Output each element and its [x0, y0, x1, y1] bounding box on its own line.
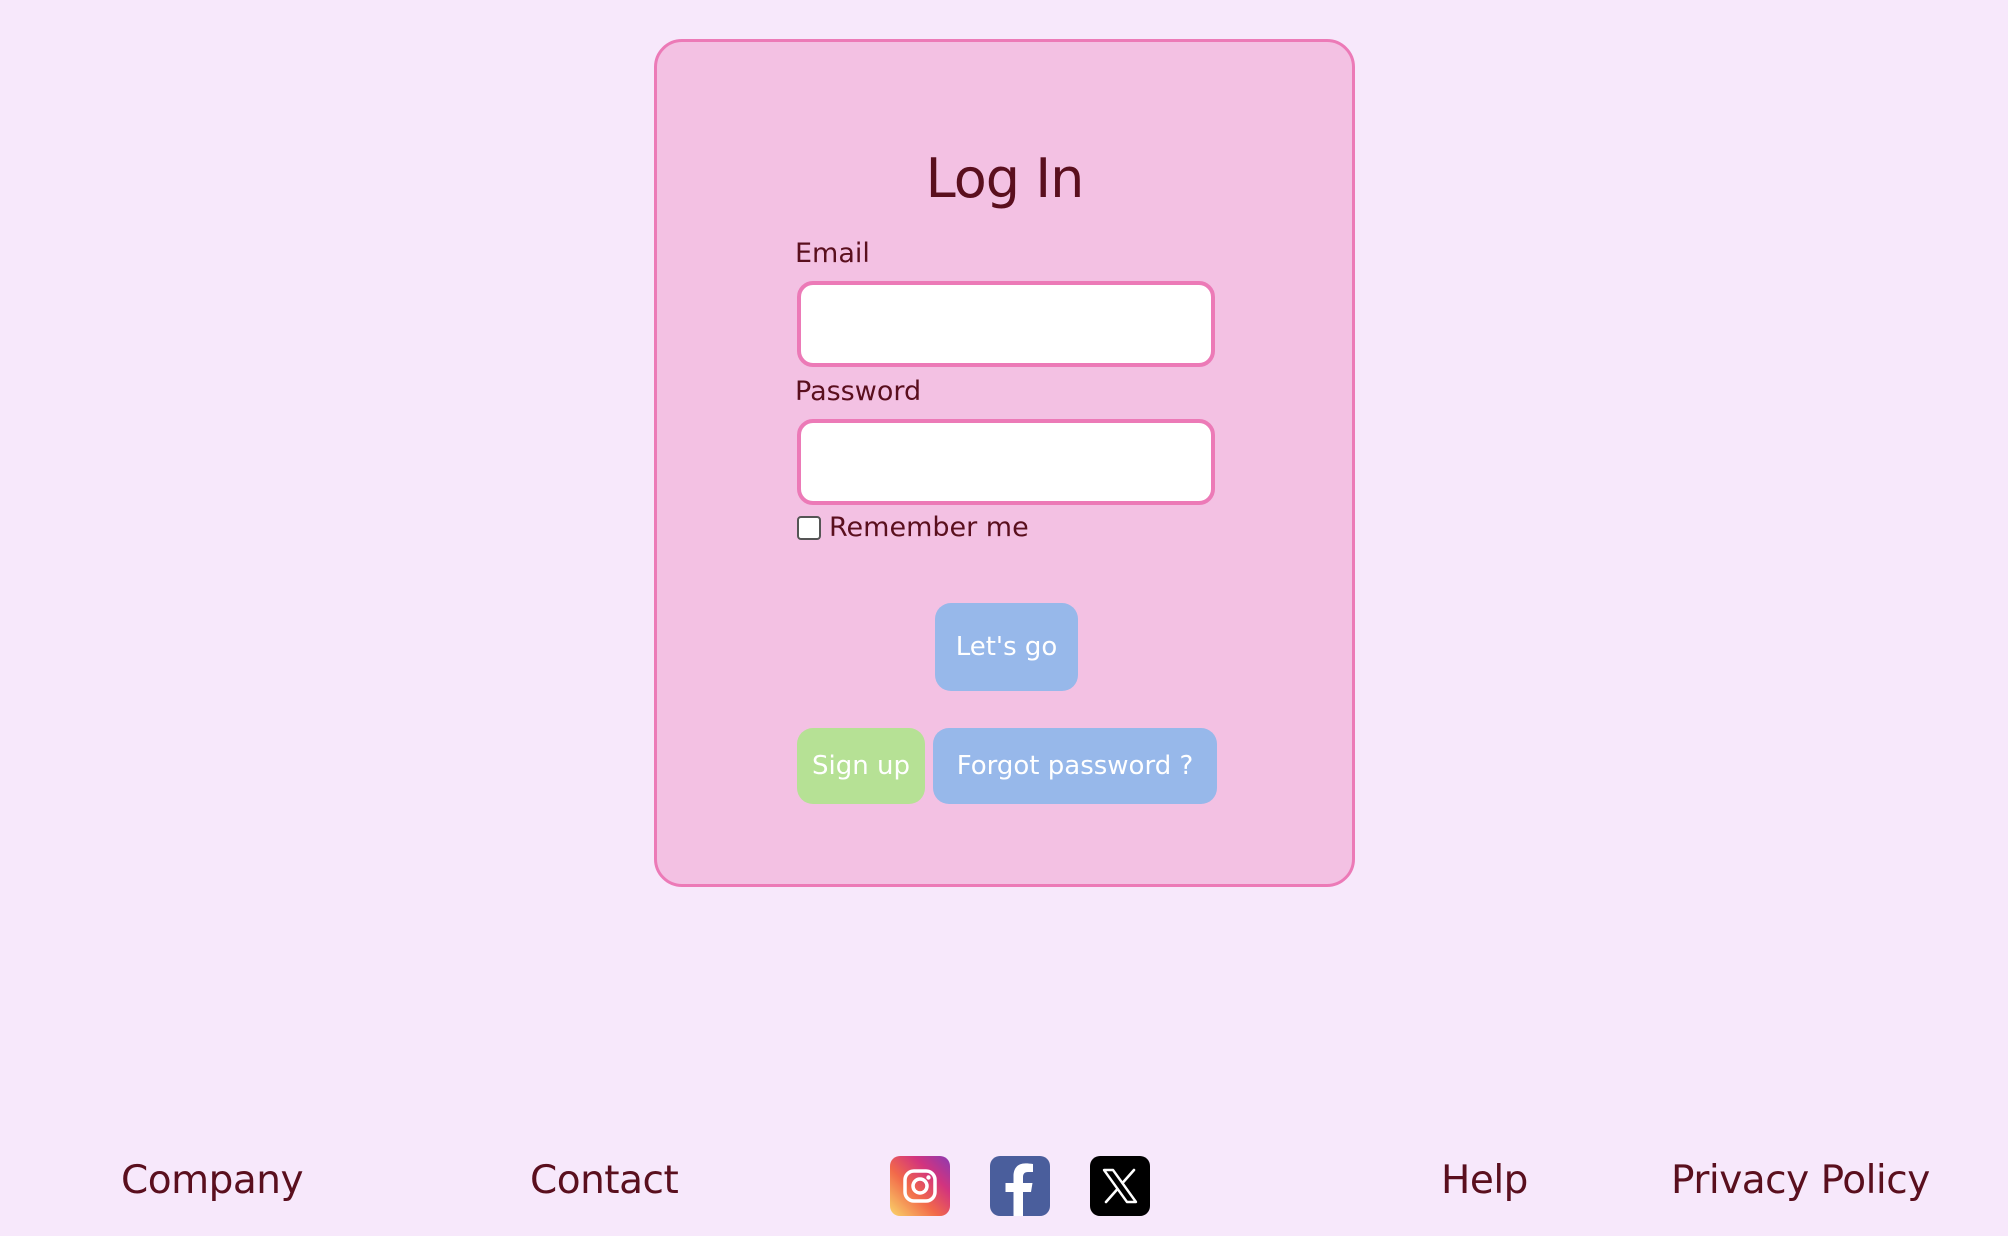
remember-me-checkbox[interactable] [797, 515, 821, 540]
sign-up-button[interactable]: Sign up [797, 728, 925, 804]
submit-button[interactable]: Let's go [935, 603, 1078, 691]
login-card: Log In Email Password Remember me Let's … [654, 39, 1355, 887]
facebook-icon[interactable] [990, 1156, 1050, 1216]
x-icon[interactable] [1090, 1156, 1150, 1216]
footer-link-company[interactable]: Company [121, 1158, 304, 1203]
password-field[interactable] [797, 419, 1215, 505]
remember-me-row: Remember me [797, 512, 1029, 543]
email-label: Email [795, 238, 870, 269]
email-field[interactable] [797, 281, 1215, 367]
instagram-icon[interactable] [890, 1156, 950, 1216]
login-title: Log In [925, 147, 1085, 210]
forgot-password-button[interactable]: Forgot password ? [933, 728, 1217, 804]
footer-link-privacy-policy[interactable]: Privacy Policy [1671, 1158, 1930, 1203]
remember-me-label: Remember me [829, 512, 1029, 543]
footer-link-contact[interactable]: Contact [530, 1158, 679, 1203]
password-label: Password [795, 376, 922, 407]
footer-link-help[interactable]: Help [1441, 1158, 1528, 1203]
